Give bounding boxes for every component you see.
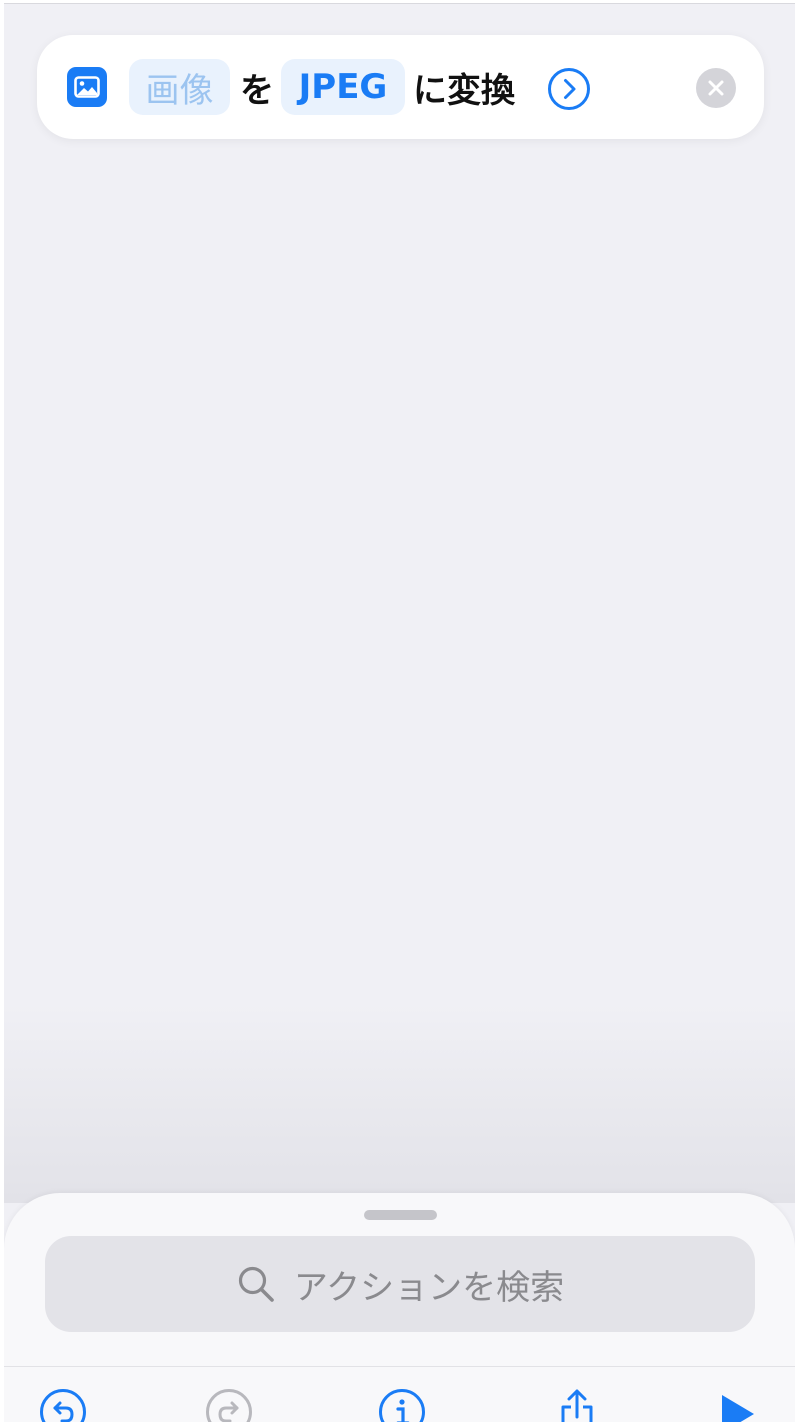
sheet-grabber[interactable] <box>364 1210 437 1220</box>
share-icon <box>561 1389 593 1422</box>
canvas-fade <box>4 1003 795 1203</box>
redo-icon <box>206 1389 252 1422</box>
play-icon <box>722 1395 754 1422</box>
top-divider <box>4 3 795 4</box>
search-placeholder: アクションを検索 <box>293 1267 565 1308</box>
format-parameter-token[interactable]: JPEG <box>281 59 405 115</box>
input-variable-token[interactable]: 画像 <box>129 59 230 115</box>
convert-verb-label: に変換 <box>413 70 515 111</box>
editor-screen: 画像 を JPEG に変換 アクションを検索 <box>4 3 795 1422</box>
particle-label: を <box>240 70 274 111</box>
redo-button[interactable] <box>204 1387 254 1422</box>
action-search-sheet: アクションを検索 <box>4 1193 795 1422</box>
info-icon <box>379 1389 425 1422</box>
photo-icon <box>67 67 107 107</box>
action-search-input[interactable]: アクションを検索 <box>45 1236 755 1332</box>
convert-image-action-card[interactable]: 画像 を JPEG に変換 <box>37 35 764 139</box>
run-button[interactable] <box>712 1387 762 1422</box>
chevron-right-circle-icon[interactable] <box>547 67 591 111</box>
toolbar-divider <box>4 1366 795 1367</box>
undo-icon <box>40 1389 86 1422</box>
close-icon <box>708 80 724 96</box>
info-button[interactable] <box>377 1387 427 1422</box>
remove-action-button[interactable] <box>696 68 736 108</box>
undo-button[interactable] <box>38 1387 88 1422</box>
share-button[interactable] <box>552 1387 602 1422</box>
search-icon <box>238 1266 274 1302</box>
